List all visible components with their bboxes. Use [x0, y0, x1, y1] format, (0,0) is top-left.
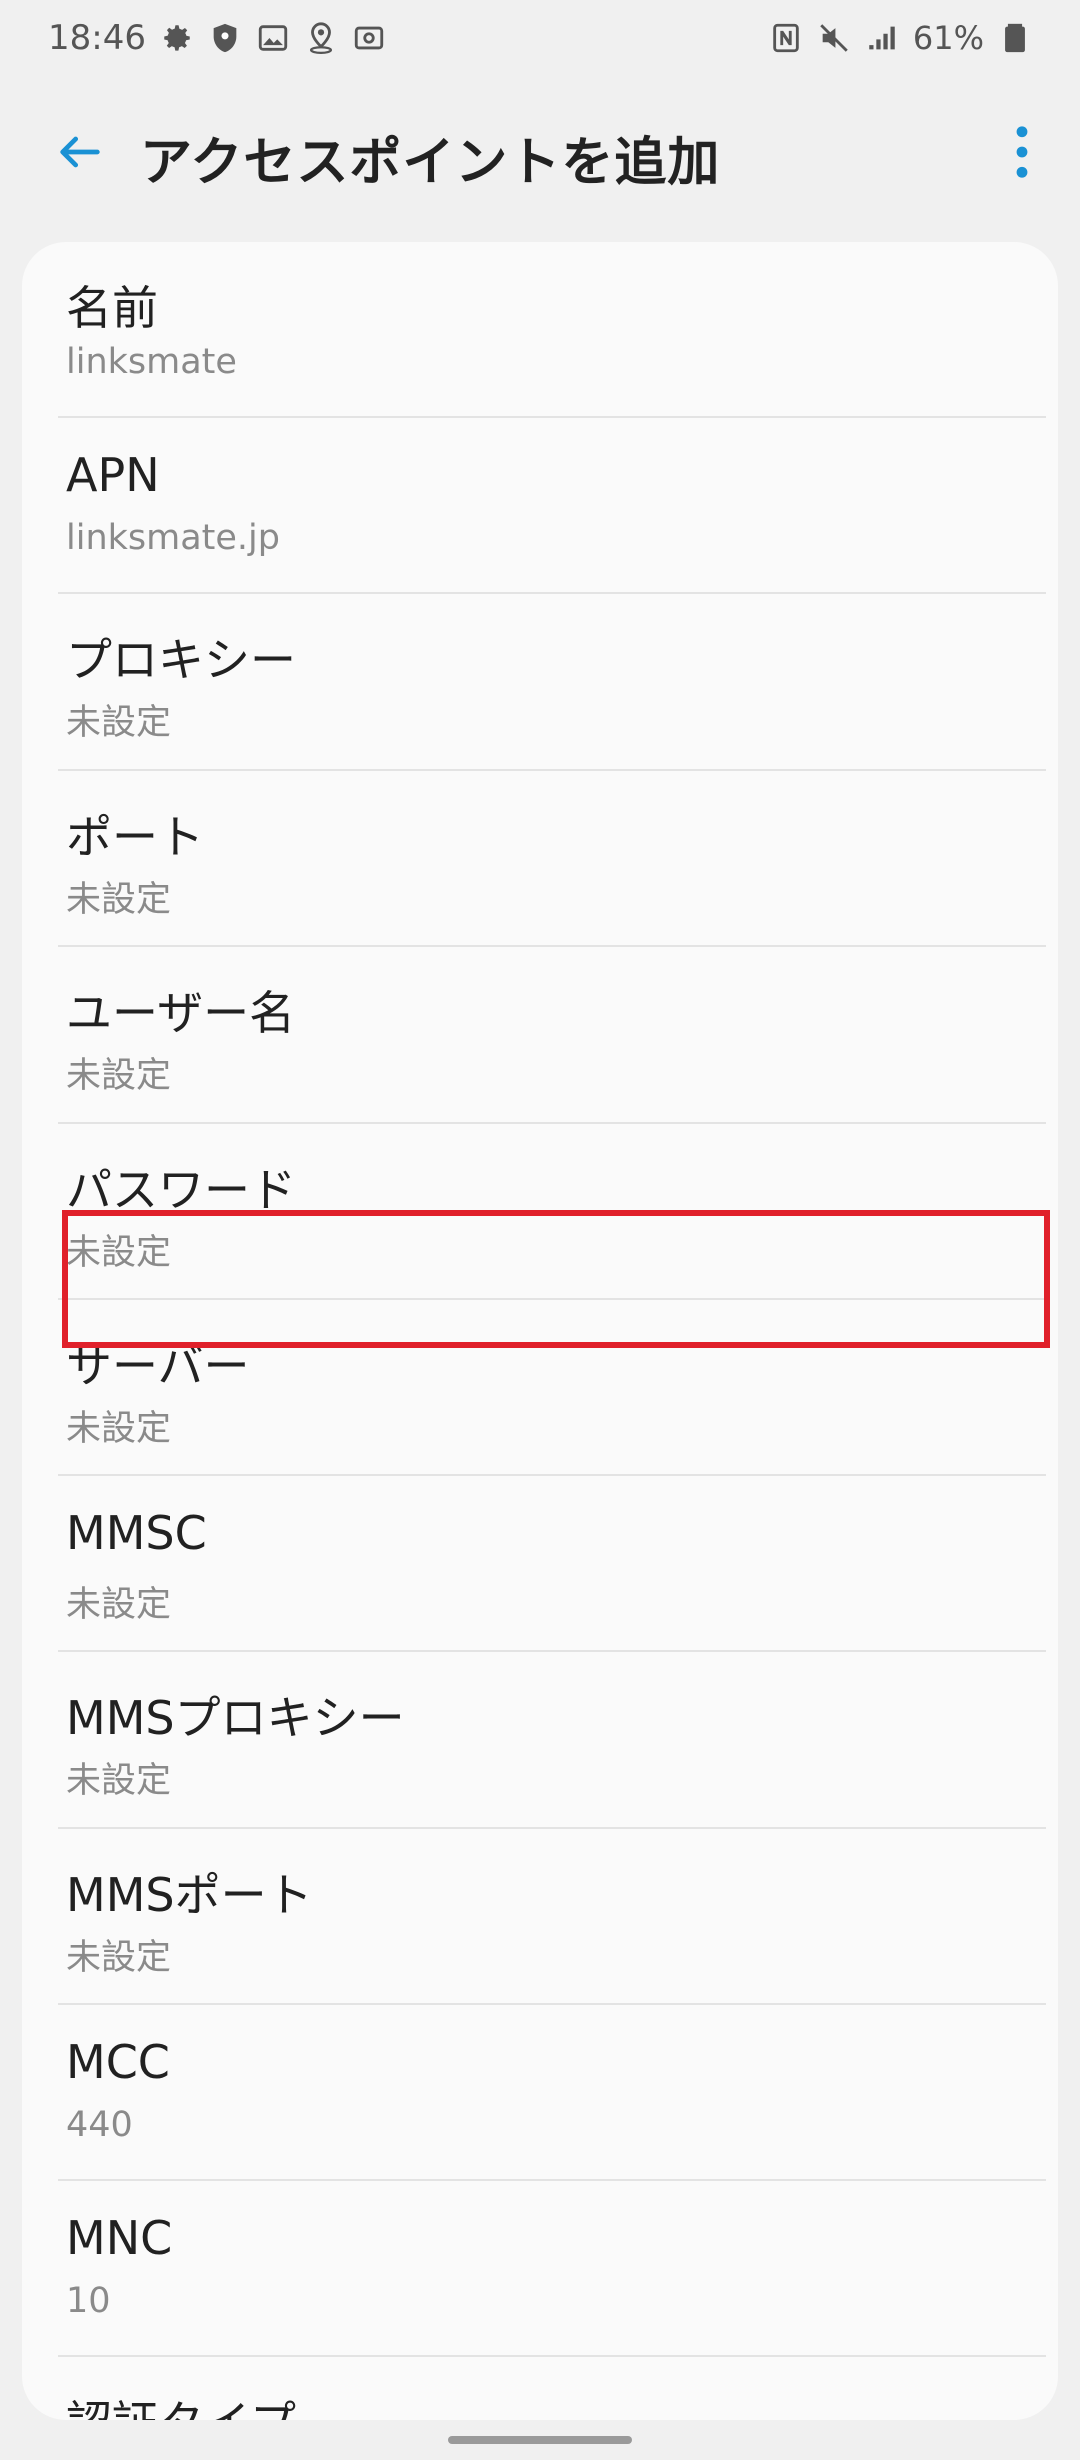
pref-item-name[interactable]: 名前 linksmate: [22, 242, 1058, 418]
home-indicator[interactable]: [448, 2436, 632, 2444]
mute-icon: [817, 21, 851, 55]
image-icon: [256, 21, 290, 55]
pref-title: 名前: [66, 281, 158, 335]
app-bar: アクセスポイントを追加: [0, 100, 1080, 200]
screenshot-icon: [352, 21, 386, 55]
pref-title: ポート: [66, 810, 204, 864]
pref-summary: 未設定: [66, 1938, 172, 1978]
pref-title: ユーザー名: [66, 986, 296, 1040]
pref-title: APN: [66, 448, 160, 502]
pref-item-mms-port[interactable]: MMSポート 未設定: [22, 1829, 1058, 2005]
status-left: 18:46: [48, 18, 386, 58]
pref-item-proxy[interactable]: プロキシー 未設定: [22, 594, 1058, 770]
pref-title: プロキシー: [66, 633, 296, 687]
status-time: 18:46: [48, 18, 146, 58]
arrow-back-icon: [60, 136, 100, 168]
signal-icon: [865, 21, 899, 55]
back-button[interactable]: [50, 122, 110, 182]
pref-summary: 未設定: [66, 1761, 172, 1801]
pref-summary: 440: [66, 2105, 133, 2145]
pref-item-apn[interactable]: APN linksmate.jp: [22, 418, 1058, 594]
pref-summary: 10: [66, 2281, 111, 2321]
location-badge-icon: [304, 21, 338, 55]
pref-summary: linksmate: [66, 342, 237, 382]
pref-item-mms-proxy[interactable]: MMSプロキシー 未設定: [22, 1652, 1058, 1828]
pref-title: 認証タイプ: [66, 2387, 296, 2420]
pref-summary: 未設定: [66, 1585, 172, 1625]
pref-title: MMSC: [66, 1506, 207, 1560]
pref-summary: 未設定: [66, 1056, 172, 1096]
pref-item-mnc[interactable]: MNC 10: [22, 2181, 1058, 2357]
gear-icon: [160, 21, 194, 55]
pref-summary: 未設定: [66, 703, 172, 743]
settings-card: 名前 linksmate APN linksmate.jp プロキシー 未設定 …: [22, 242, 1058, 2420]
pref-title: MNC: [66, 2211, 173, 2265]
pref-item-port[interactable]: ポート 未設定: [22, 771, 1058, 947]
status-bar: 18:46 61%: [0, 0, 1080, 76]
pref-item-auth-type[interactable]: 認証タイプ: [22, 2357, 1058, 2420]
pref-summary: 未設定: [66, 880, 172, 920]
pref-item-mcc[interactable]: MCC 440: [22, 2005, 1058, 2181]
more-vert-icon: [1016, 126, 1028, 178]
nfc-icon: [769, 21, 803, 55]
battery-percent: 61%: [912, 19, 984, 57]
pref-title: MMSプロキシー: [66, 1691, 405, 1745]
pref-item-mmsc[interactable]: MMSC 未設定: [22, 1476, 1058, 1652]
status-right: 61%: [769, 19, 1032, 57]
pref-item-username[interactable]: ユーザー名 未設定: [22, 947, 1058, 1123]
pref-summary: linksmate.jp: [66, 518, 280, 558]
pref-title: MCC: [66, 2035, 170, 2089]
shield-icon: [208, 21, 242, 55]
battery-icon: [998, 21, 1032, 55]
pref-title: MMSポート: [66, 1868, 313, 1922]
page-title: アクセスポイントを追加: [140, 133, 721, 193]
overflow-menu-button[interactable]: [992, 118, 1052, 186]
highlight-box: [62, 1210, 1050, 1348]
pref-summary: 未設定: [66, 1409, 172, 1449]
